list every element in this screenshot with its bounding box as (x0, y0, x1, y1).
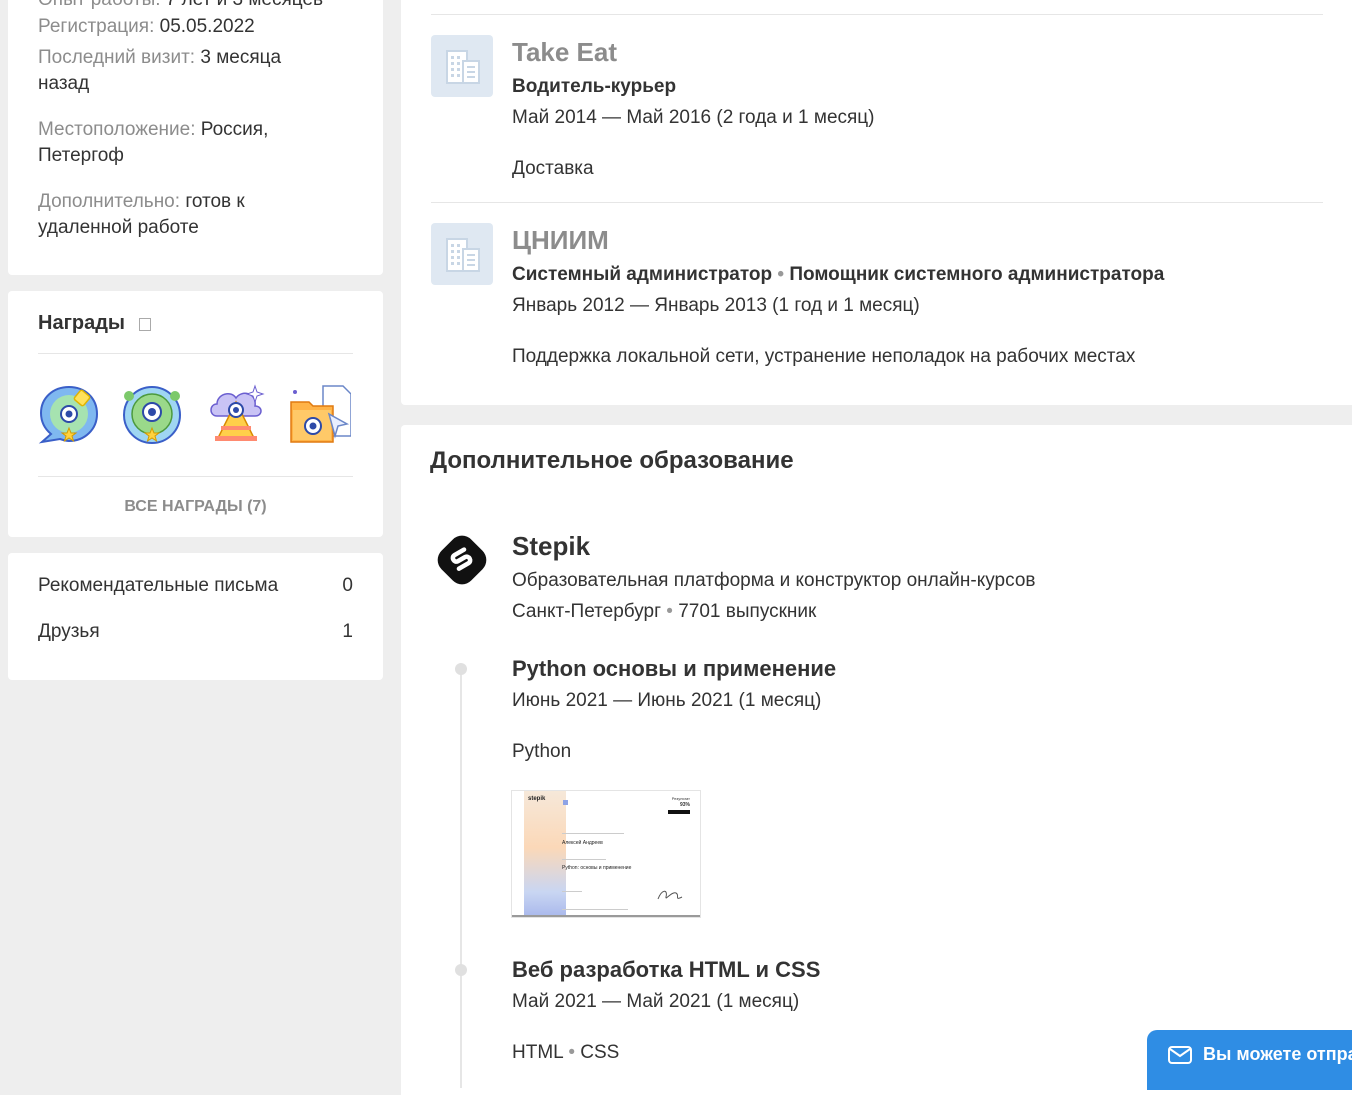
location-label: Местоположение: (38, 119, 196, 140)
feedback-button-label: Вы можете отпра (1203, 1044, 1352, 1064)
registration-value: 05.05.2022 (159, 16, 255, 37)
awards-title-text: Награды (38, 312, 126, 334)
separator-dot: • (568, 1042, 575, 1063)
job-description: Поддержка локальной сети, устранение неп… (512, 346, 1136, 367)
awards-divider-bottom (38, 476, 353, 477)
org-city: Санкт-Петербург (512, 601, 662, 622)
badge-cloud-pyramid-icon[interactable] (205, 384, 267, 446)
separator-dot: • (666, 601, 673, 622)
signature-icon (657, 890, 683, 900)
mail-icon (1168, 1046, 1192, 1064)
job-role: Водитель-курьер (512, 76, 677, 97)
certificate-side-stripe (524, 791, 566, 917)
stat-row-friends[interactable]: Друзья 1 (38, 621, 353, 643)
job-period: Май 2014 — Май 2016 (2 года и 1 месяц) (512, 107, 875, 128)
job-role: Системный администратор • Помощник систе… (512, 264, 1164, 286)
certificate-thumbnail[interactable]: stepik Результат 93% Алексей Андреев Pyt… (511, 790, 701, 918)
certificate-footer-line (562, 909, 628, 910)
job-description: Доставка (512, 158, 594, 179)
org-meta: Санкт-Петербург • 7701 выпускник (512, 601, 816, 623)
company-logo-placeholder (431, 223, 493, 285)
certificate-bottom-border (512, 915, 700, 917)
all-awards-link[interactable]: ВСЕ НАГРАДЫ (7) (38, 498, 353, 516)
experience-line: Опыт работы: 7 лет и 3 месяцев (38, 0, 338, 13)
course-skill: Python (512, 741, 572, 762)
org-graduates: 7701 выпускник (678, 601, 817, 622)
additional-label: Дополнительно: (38, 191, 181, 212)
timeline-dot (455, 663, 467, 675)
awards-divider-top (38, 353, 353, 354)
badge-folder-icon[interactable] (289, 384, 351, 446)
job-divider (431, 14, 1323, 15)
timeline-dot (455, 964, 467, 976)
course-skill: CSS (580, 1042, 620, 1063)
certificate-person: Алексей Андреев (562, 840, 603, 846)
last-visit-label: Последний визит: (38, 47, 196, 68)
additional-line: Дополнительно: готов к удаленной работе (38, 189, 278, 241)
certificate-score-label: Результат (671, 796, 690, 801)
certificate-logo: stepik (528, 796, 545, 802)
certificate-logo-text: stepik (528, 796, 546, 802)
stat-label: Рекомендательные письма (38, 575, 279, 596)
building-icon (446, 50, 480, 84)
course-skills: HTML • CSS (512, 1042, 619, 1064)
building-icon (446, 238, 480, 272)
section-title: Дополнительное образование (430, 447, 794, 474)
stat-row-recommendations[interactable]: Рекомендательные письма 0 (38, 575, 353, 597)
stat-count: 0 (342, 575, 353, 596)
stat-count: 1 (342, 621, 353, 642)
info-icon[interactable] (138, 318, 151, 331)
job-divider (431, 202, 1323, 203)
certificate-text-line (562, 859, 606, 860)
badge-robot-icon[interactable] (121, 384, 183, 446)
course-skill: HTML (512, 1042, 564, 1063)
certificate-text-line (562, 833, 624, 834)
job-role-primary: Системный администратор (512, 264, 773, 285)
certificate-text-line (562, 891, 582, 892)
course-period: Июнь 2021 — Июнь 2021 (1 месяц) (512, 690, 822, 711)
org-description: Образовательная платформа и конструктор … (512, 570, 1036, 591)
last-visit-line: Последний визит: 3 месяца назад (38, 45, 308, 97)
certificate-score: 93% (679, 802, 690, 808)
feedback-button[interactable]: Вы можете отпра (1147, 1030, 1352, 1090)
course-name: Веб разработка HTML и CSS (512, 957, 821, 982)
stat-label: Друзья (38, 621, 100, 642)
badge-chat-icon[interactable] (38, 384, 100, 446)
stepik-logo-icon[interactable] (436, 534, 488, 586)
location-line: Местоположение: Россия, Петергоф (38, 117, 298, 169)
experience-value: 7 лет и 3 месяцев (166, 0, 323, 10)
job-period: Январь 2012 — Январь 2013 (1 год и 1 мес… (512, 295, 920, 316)
registration-line: Регистрация: 05.05.2022 (38, 14, 338, 40)
course-name: Python основы и применение (512, 656, 837, 681)
stats-card (8, 553, 383, 680)
certificate-course: Python: основы и применение (562, 865, 632, 871)
experience-label: Опыт работы: (38, 0, 161, 10)
course-period: Май 2021 — Май 2021 (1 месяц) (512, 991, 800, 1012)
company-name[interactable]: ЦНИИМ (512, 225, 609, 256)
company-logo-placeholder (431, 35, 493, 97)
separator-dot: • (777, 264, 785, 285)
timeline-line (460, 668, 462, 1088)
company-name[interactable]: Take Eat (512, 37, 617, 68)
certificate-badge-icon (563, 800, 568, 805)
job-role-secondary: Помощник системного администратора (789, 264, 1165, 285)
certificate-score-bar (668, 810, 690, 814)
registration-label: Регистрация: (38, 16, 155, 37)
awards-title: Награды (38, 312, 151, 335)
org-name[interactable]: Stepik (512, 531, 590, 562)
